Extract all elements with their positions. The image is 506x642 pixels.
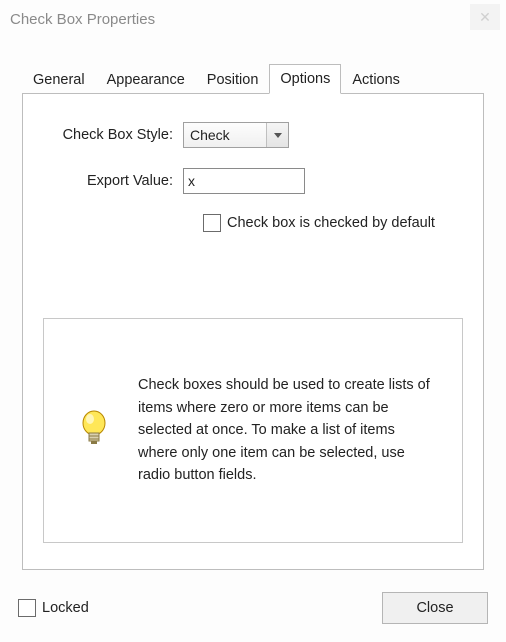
tab-appearance[interactable]: Appearance [96, 65, 196, 94]
close-button-label: Close [416, 600, 453, 616]
footer: Locked Close [18, 590, 488, 626]
row-checkbox-style: Check Box Style: Check [43, 122, 463, 148]
close-button[interactable]: Close [382, 592, 488, 624]
tab-position-label: Position [207, 72, 259, 88]
lightbulb-icon [72, 409, 116, 453]
tab-options[interactable]: Options [269, 64, 341, 94]
label-export-value: Export Value: [43, 173, 183, 189]
label-checkbox-style: Check Box Style: [43, 127, 183, 143]
tab-general-label: General [33, 72, 85, 88]
tab-strip: General Appearance Position Options Acti… [22, 64, 484, 94]
tab-options-label: Options [280, 71, 330, 87]
select-dropdown-button[interactable] [266, 123, 288, 147]
chevron-down-icon [274, 133, 282, 138]
checkbox-style-select[interactable]: Check [183, 122, 289, 148]
checkbox-style-value: Check [184, 127, 266, 143]
tab-panel-options: Check Box Style: Check Export Value: Che… [22, 93, 484, 570]
close-icon: ✕ [479, 9, 491, 26]
footer-left: Locked [18, 599, 89, 617]
tab-general[interactable]: General [22, 65, 96, 94]
dialog-body: General Appearance Position Options Acti… [0, 38, 506, 642]
row-export-value: Export Value: [43, 168, 463, 194]
window-title: Check Box Properties [10, 11, 155, 28]
tip-text: Check boxes should be used to create lis… [138, 374, 434, 486]
tip-box: Check boxes should be used to create lis… [43, 318, 463, 543]
tab-actions-label: Actions [352, 72, 400, 88]
tab-position[interactable]: Position [196, 65, 270, 94]
tab-appearance-label: Appearance [107, 72, 185, 88]
tab-actions[interactable]: Actions [341, 65, 411, 94]
window-close-button[interactable]: ✕ [470, 4, 500, 30]
default-checked-checkbox[interactable] [203, 214, 221, 232]
locked-label: Locked [42, 600, 89, 616]
default-checked-label: Check box is checked by default [227, 215, 435, 231]
locked-checkbox[interactable] [18, 599, 36, 617]
row-default-checked: Check box is checked by default [203, 214, 463, 232]
export-value-input[interactable] [183, 168, 305, 194]
title-bar: Check Box Properties ✕ [0, 0, 506, 38]
form-area: Check Box Style: Check Export Value: Che… [23, 94, 483, 252]
